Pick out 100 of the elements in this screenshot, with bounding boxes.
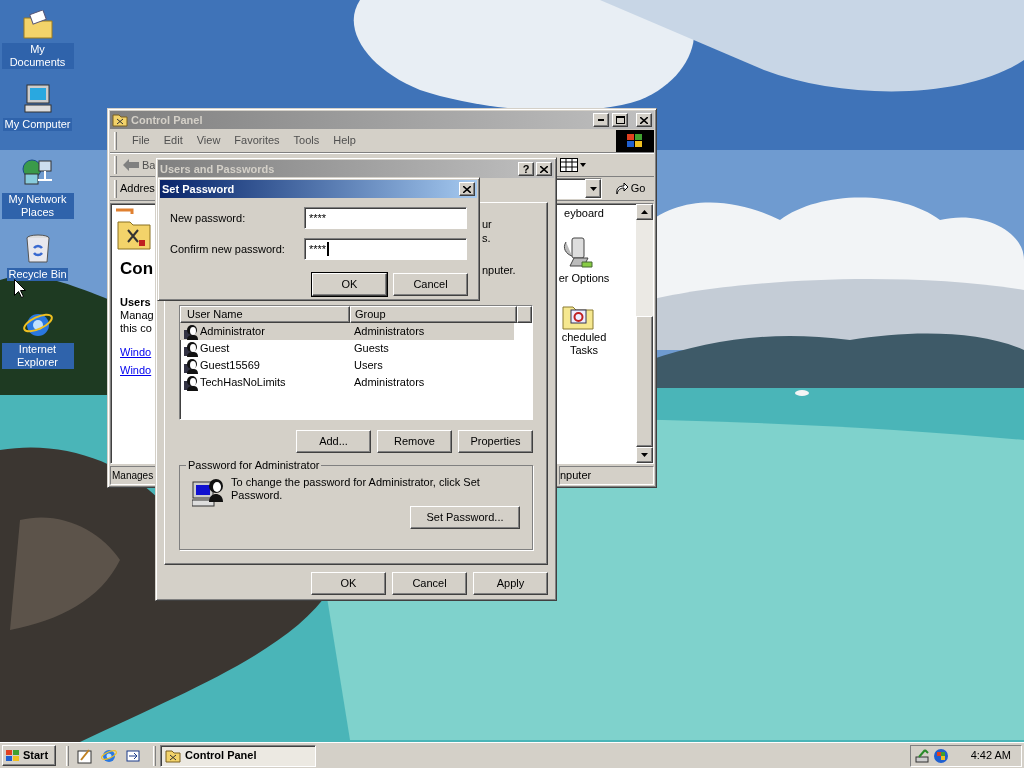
user-name: TechHasNoLimits [200,375,286,391]
dialog-button[interactable]: OK [311,572,386,595]
dialog-button[interactable]: Add... [296,430,371,453]
column-header[interactable] [517,306,532,323]
window-title: Control Panel [131,112,203,128]
caret-icon[interactable] [580,163,586,167]
user-row[interactable]: Administrator Administrators [180,323,514,340]
desktop-icon-label[interactable]: Recycle Bin [7,268,68,281]
menu-item[interactable]: View [189,132,228,149]
connection-icon[interactable] [915,747,931,764]
desktop-icon-label[interactable]: Internet Explorer [1,343,74,369]
description-text: s. [482,231,491,245]
group-title: Password for Administrator [187,458,321,473]
maximize-button[interactable] [612,113,628,127]
start-button[interactable]: Start [2,745,56,766]
taskbar-button[interactable]: Control Panel [160,744,316,767]
control-panel-icon [165,748,181,763]
dropdown-button[interactable] [585,179,601,198]
desktop-icon-label[interactable]: My Computer [3,118,72,131]
help-button[interactable]: ? [518,162,534,176]
window-title: Set Password [162,181,235,197]
down-arrow-icon [641,453,648,457]
dialog-button[interactable]: Cancel [393,273,468,296]
password-instructions: To change the password for Administrator, click Set Password. [231,475,481,503]
globe-icon[interactable] [101,747,117,764]
user-group: Users [350,357,383,374]
user-name: Administrator [200,324,265,340]
user-name: Guest [200,341,230,357]
computer-icon [21,83,54,115]
flag-icon[interactable] [933,747,949,764]
desktop-icon-label[interactable]: My Network Places [1,193,74,219]
pane-title: Con [120,258,154,280]
close-icon [640,116,648,124]
set-password-button[interactable]: Set Password... [410,505,520,529]
scrollbar[interactable] [636,204,653,463]
close-icon [463,185,471,193]
link[interactable]: Windo [120,346,152,359]
window-arrows-icon[interactable] [125,747,141,764]
back-button[interactable]: Ba [123,156,156,174]
menu-item[interactable]: Edit [156,132,190,149]
control-panel-item-label[interactable]: er Options [558,272,610,285]
maximize-icon [615,116,625,124]
control-panel-item-label[interactable]: cheduled Tasks [558,331,610,357]
minimize-icon [598,119,604,121]
menu-item[interactable]: File [125,132,157,149]
user-list[interactable]: User Name Group Administrator Administrators Guest Guests Guest15569 Users TechHasNoLimits Administrators [179,305,533,420]
close-button[interactable] [636,113,652,127]
user-icon [183,374,199,391]
section-heading: Users [120,296,151,309]
user-icon [183,323,199,340]
close-button[interactable] [459,182,475,196]
user-group: Guests [350,340,389,357]
go-arrow-icon [614,182,629,195]
back-arrow-icon [123,159,139,171]
dialog-button[interactable]: Remove [377,430,452,453]
user-row[interactable]: TechHasNoLimits Administrators [180,374,514,391]
password-field[interactable]: **** [304,238,467,260]
user-group: Administrators [350,323,425,340]
dialog-button[interactable]: Cancel [392,572,467,595]
close-button[interactable] [536,162,552,176]
up-arrow-icon [641,210,648,214]
control-panel-item-label[interactable]: eyboard [558,207,610,220]
dialog-button[interactable]: Apply [473,572,548,595]
status-text: nputer [559,466,654,485]
field-label: Confirm new password: [170,241,286,257]
clock: 4:42 AM [970,748,1011,764]
window-title: Users and Passwords [160,161,275,177]
field-label: New password: [170,210,247,226]
close-icon [540,165,548,173]
recycle-bin-icon [24,233,51,265]
dialog-button[interactable]: OK [312,273,387,296]
dialog-button[interactable]: Properties [458,430,533,453]
caret-icon [589,186,597,191]
password-field[interactable]: **** [304,207,467,229]
address-label: Addres [120,181,155,197]
menu-item[interactable]: Tools [286,132,327,149]
menu-item[interactable]: Favorites [227,132,287,149]
user-group: Administrators [350,374,425,391]
column-header[interactable]: User Name [180,306,350,323]
user-name: Guest15569 [200,358,260,374]
menu-item[interactable]: Help [326,132,363,149]
user-icon [183,340,199,357]
go-button[interactable]: Go [610,180,650,197]
description-text: nputer. [482,263,516,277]
user-row[interactable]: Guest Guests [180,340,514,357]
user-icon [183,357,199,374]
description-text: this co [120,322,152,335]
view-grid-icon[interactable] [560,158,578,172]
description-text: ur [482,217,492,231]
minimize-button[interactable] [593,113,609,127]
description-text: Manag [120,309,154,322]
notepad-icon[interactable] [77,747,93,764]
mouse-pointer-icon [14,279,26,299]
column-header[interactable]: Group [350,306,517,323]
control-panel-icon [112,113,128,127]
desktop-icon-label[interactable]: My Documents [1,43,74,69]
user-row[interactable]: Guest15569 Users [180,357,514,374]
flag-icon [5,748,21,763]
link[interactable]: Windo [120,364,152,377]
flag-icon [626,132,644,149]
